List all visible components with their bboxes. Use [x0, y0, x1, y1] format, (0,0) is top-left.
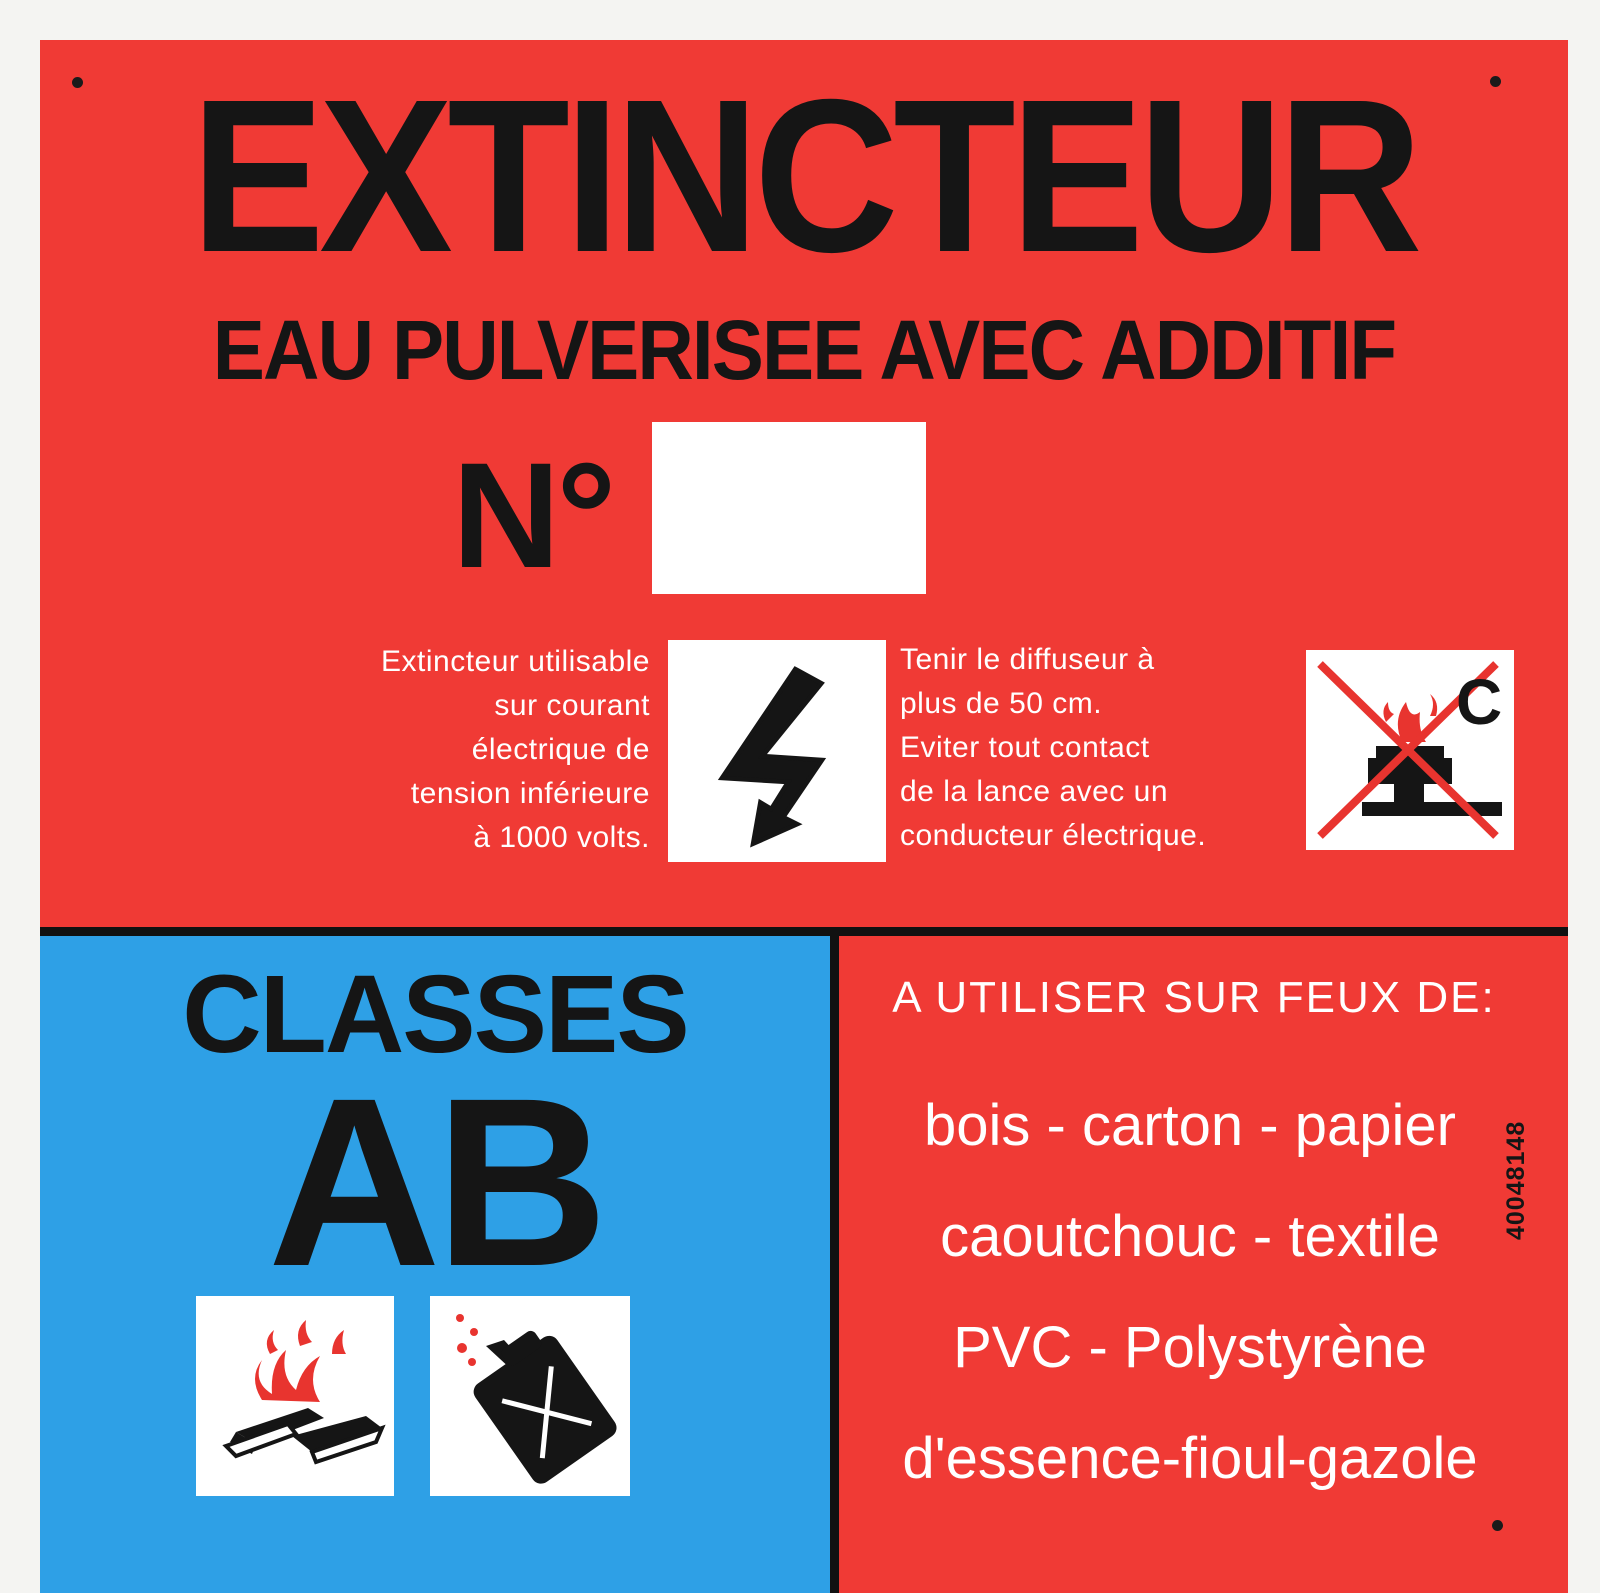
electrical-note: Extincteur utilisable sur courant électr…	[260, 640, 650, 860]
number-field	[652, 422, 926, 594]
burning-wood-icon	[196, 1296, 394, 1496]
number-label: N°	[452, 431, 616, 599]
materials-line: caoutchouc - textile	[940, 1204, 1440, 1269]
reference-code: 40048148	[1502, 1120, 1530, 1240]
diffuser-note: Tenir le diffuseur à plus de 50 cm. Evit…	[900, 638, 1206, 858]
electrical-note-line: électrique de	[471, 733, 650, 766]
sign-title: EXTINCTEUR	[190, 55, 1423, 298]
class-c-letter: C	[1456, 666, 1502, 738]
materials-list: bois - carton - papier caoutchouc - text…	[830, 1070, 1550, 1514]
horizontal-divider	[40, 927, 1568, 936]
no-gas-fire-icon: C	[1306, 650, 1514, 850]
fire-extinguisher-sign: EXTINCTEUR EAU PULVERISEE AVEC ADDITIF N…	[40, 40, 1568, 1593]
diffuser-note-line: conducteur électrique.	[900, 819, 1207, 852]
materials-line: d'essence-fioul-gazole	[902, 1426, 1478, 1491]
fuel-can-icon	[430, 1296, 630, 1496]
electrical-note-line: Extincteur utilisable	[381, 645, 650, 678]
diffuser-note-line: de la lance avec un	[900, 775, 1169, 808]
materials-line: bois - carton - papier	[924, 1093, 1456, 1158]
screw-top-left	[72, 77, 83, 88]
sign-subtitle: EAU PULVERISEE AVEC ADDITIF	[212, 303, 1397, 397]
materials-line: PVC - Polystyrène	[953, 1315, 1427, 1380]
screw-bottom-right	[1492, 1520, 1503, 1531]
diffuser-note-line: Tenir le diffuseur à	[900, 643, 1155, 676]
electrical-note-line: à 1000 volts.	[473, 821, 650, 854]
classes-value: AB	[267, 1048, 609, 1316]
diffuser-note-line: plus de 50 cm.	[900, 687, 1103, 720]
lightning-bolt-icon	[668, 640, 886, 862]
use-heading: A UTILISER SUR FEUX DE:	[892, 973, 1496, 1022]
diffuser-note-line: Eviter tout contact	[900, 731, 1150, 764]
electrical-note-line: tension inférieure	[410, 777, 650, 810]
electrical-note-line: sur courant	[494, 689, 650, 722]
